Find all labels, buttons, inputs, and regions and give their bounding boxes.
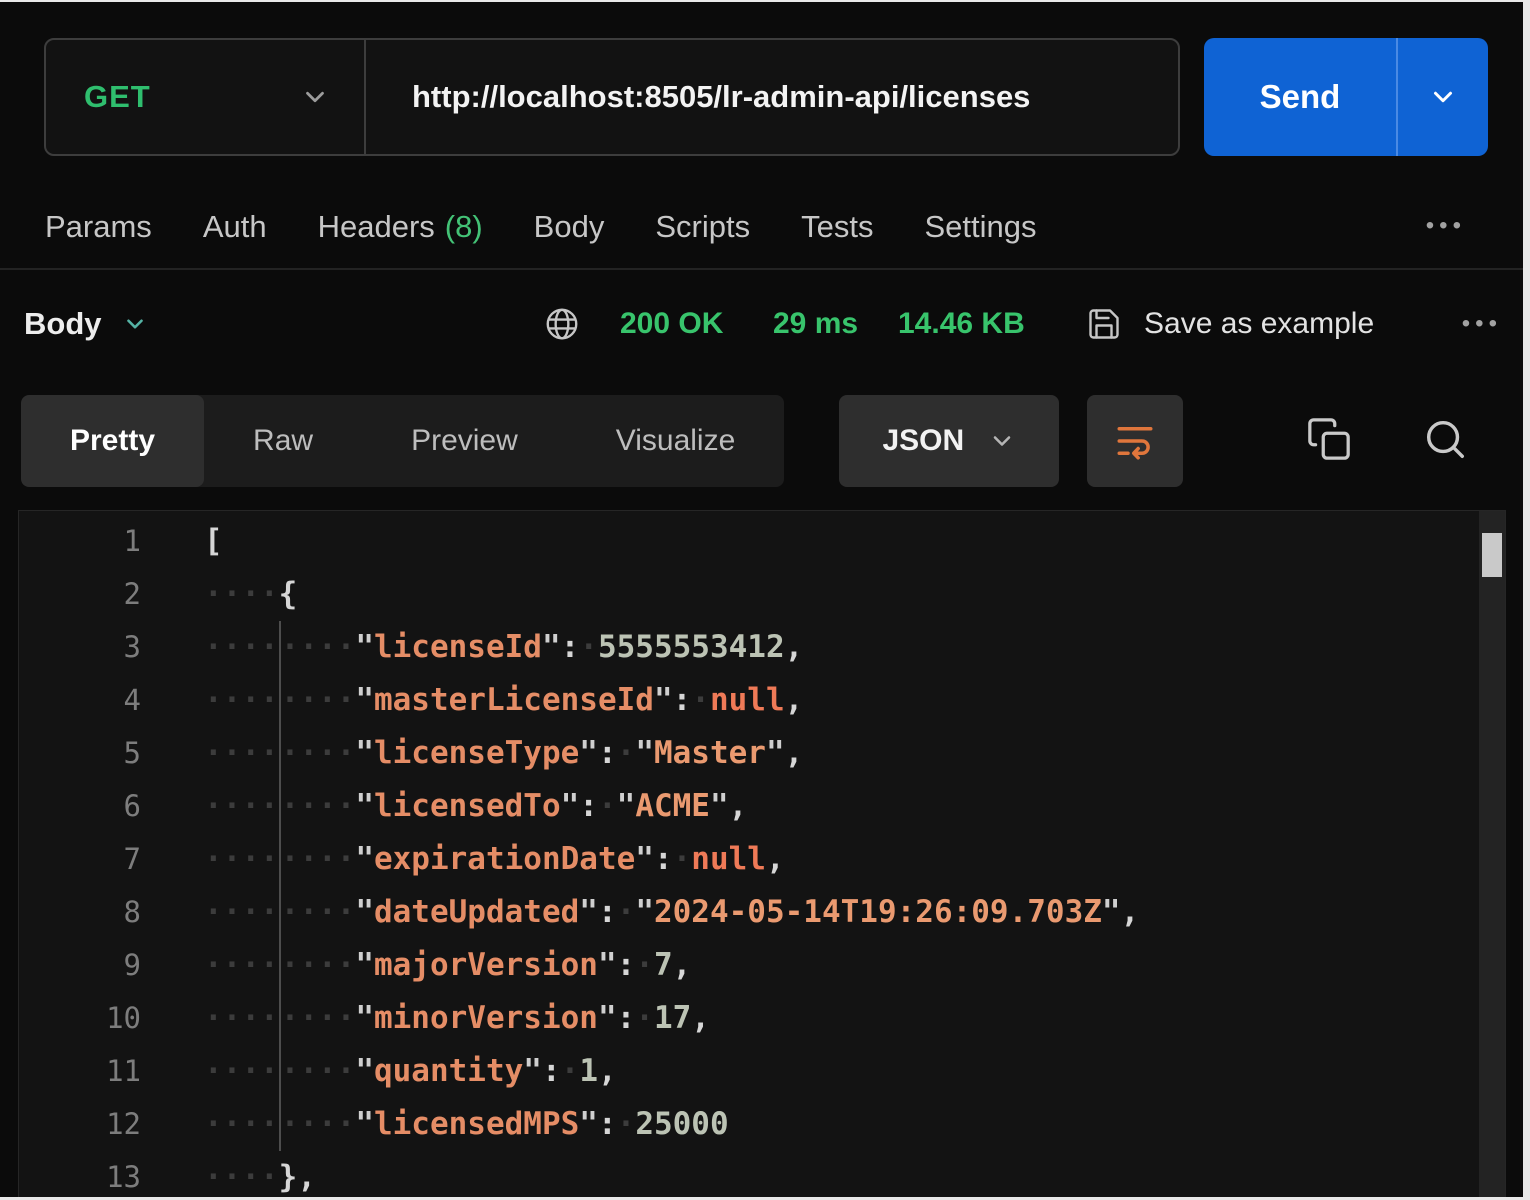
save-as-example-button[interactable]: Save as example <box>1086 306 1374 342</box>
code-line: 2····{ <box>19 568 1505 621</box>
line-number: 12 <box>19 1098 141 1151</box>
copy-button[interactable] <box>1306 416 1352 462</box>
method-selector[interactable]: GET <box>46 40 364 154</box>
line-number: 2 <box>19 568 141 621</box>
line-number: 11 <box>19 1045 141 1098</box>
chevron-down-icon <box>122 311 148 337</box>
code-line: 1[ <box>19 515 1505 568</box>
send-label: Send <box>1260 78 1341 116</box>
request-url-bar: GET http://localhost:8505/lr-admin-api/l… <box>44 38 1180 156</box>
line-number: 10 <box>19 992 141 1045</box>
response-pane-label: Body <box>24 306 102 342</box>
code-content: [ <box>141 515 223 568</box>
tab-tests[interactable]: Tests <box>801 209 873 245</box>
copy-icon <box>1306 416 1352 462</box>
line-number: 6 <box>19 780 141 833</box>
response-status[interactable]: 200 OK <box>620 307 723 341</box>
method-label: GET <box>84 79 151 115</box>
code-content: ········"licensedTo":·"ACME", <box>141 780 747 833</box>
tab-headers-label: Headers <box>318 209 435 244</box>
scrollbar-thumb[interactable] <box>1482 533 1502 577</box>
code-content: ········"licenseType":·"Master", <box>141 727 803 780</box>
code-content: ········"quantity":·1, <box>141 1045 617 1098</box>
format-label: JSON <box>882 424 964 458</box>
code-line: 8········"dateUpdated":·"2024-05-14T19:2… <box>19 886 1505 939</box>
code-content: ········"minorVersion":·17, <box>141 992 710 1045</box>
chevron-down-icon <box>1428 82 1458 112</box>
view-tab-raw[interactable]: Raw <box>204 395 362 487</box>
view-tab-preview[interactable]: Preview <box>362 395 567 487</box>
code-content: ····}, <box>141 1151 316 1200</box>
view-tab-visualize[interactable]: Visualize <box>567 395 785 487</box>
line-number: 1 <box>19 515 141 568</box>
tab-settings[interactable]: Settings <box>924 209 1036 245</box>
format-selector[interactable]: JSON <box>839 395 1059 487</box>
line-number: 5 <box>19 727 141 780</box>
save-as-example-label: Save as example <box>1144 307 1374 341</box>
code-line: 12········"licensedMPS":·25000 <box>19 1098 1505 1151</box>
line-number: 4 <box>19 674 141 727</box>
search-button[interactable] <box>1422 416 1468 462</box>
line-number: 3 <box>19 621 141 674</box>
line-number: 9 <box>19 939 141 992</box>
wrap-text-icon <box>1114 420 1156 462</box>
url-input[interactable]: http://localhost:8505/lr-admin-api/licen… <box>366 40 1030 154</box>
response-pane-selector[interactable]: Body <box>24 306 148 342</box>
globe-icon[interactable] <box>543 305 581 343</box>
tab-body[interactable]: Body <box>534 209 605 245</box>
line-number: 8 <box>19 886 141 939</box>
response-body-panel: 1[2····{3········"licenseId":·5555553412… <box>18 510 1506 1200</box>
window-edge-top <box>0 0 1530 2</box>
request-tabs-more-button[interactable]: ••• <box>1426 212 1466 240</box>
response-size[interactable]: 14.46 KB <box>898 307 1025 341</box>
request-tabs: Params Auth Headers (8) Body Scripts Test… <box>45 196 1036 258</box>
view-tab-pretty[interactable]: Pretty <box>21 395 204 487</box>
response-time[interactable]: 29 ms <box>773 307 858 341</box>
chevron-down-icon <box>300 82 330 112</box>
code-line: 7········"expirationDate":·null, <box>19 833 1505 886</box>
section-divider <box>0 268 1530 270</box>
code-line: 10········"minorVersion":·17, <box>19 992 1505 1045</box>
wrap-text-button[interactable] <box>1087 395 1183 487</box>
code-content: ····{ <box>141 568 297 621</box>
code-line: 13····}, <box>19 1151 1505 1200</box>
tab-params[interactable]: Params <box>45 209 152 245</box>
response-more-button[interactable]: ••• <box>1462 310 1502 338</box>
code-content: ········"dateUpdated":·"2024-05-14T19:26… <box>141 886 1139 939</box>
code-line: 9········"majorVersion":·7, <box>19 939 1505 992</box>
code-content: ········"majorVersion":·7, <box>141 939 691 992</box>
tab-auth[interactable]: Auth <box>203 209 267 245</box>
code-content: ········"licensedMPS":·25000 <box>141 1098 729 1151</box>
code-line: 3········"licenseId":·5555553412, <box>19 621 1505 674</box>
save-icon <box>1086 306 1122 342</box>
search-icon <box>1422 416 1468 462</box>
code-content: ········"licenseId":·5555553412, <box>141 621 803 674</box>
view-tabs-group: Pretty Raw Preview Visualize <box>21 395 784 487</box>
code-line: 6········"licensedTo":·"ACME", <box>19 780 1505 833</box>
code-lines: 1[2····{3········"licenseId":·5555553412… <box>19 511 1505 1200</box>
response-view-bar: Pretty Raw Preview Visualize JSON <box>21 395 1183 487</box>
chevron-down-icon <box>988 427 1016 455</box>
headers-count-badge: (8) <box>445 209 483 244</box>
code-line: 4········"masterLicenseId":·null, <box>19 674 1505 727</box>
tab-headers[interactable]: Headers (8) <box>318 209 483 245</box>
response-meta-row: Body 200 OK 29 ms 14.46 KB Save as examp… <box>0 292 1530 356</box>
send-button[interactable]: Send <box>1204 38 1488 156</box>
tab-scripts[interactable]: Scripts <box>655 209 750 245</box>
code-content: ········"masterLicenseId":·null, <box>141 674 803 727</box>
line-number: 13 <box>19 1151 141 1200</box>
code-content: ········"expirationDate":·null, <box>141 833 785 886</box>
send-options-button[interactable] <box>1398 38 1488 156</box>
window-edge-right <box>1523 0 1530 1200</box>
code-line: 11········"quantity":·1, <box>19 1045 1505 1098</box>
code-line: 5········"licenseType":·"Master", <box>19 727 1505 780</box>
line-number: 7 <box>19 833 141 886</box>
scrollbar-track[interactable] <box>1479 511 1505 1200</box>
